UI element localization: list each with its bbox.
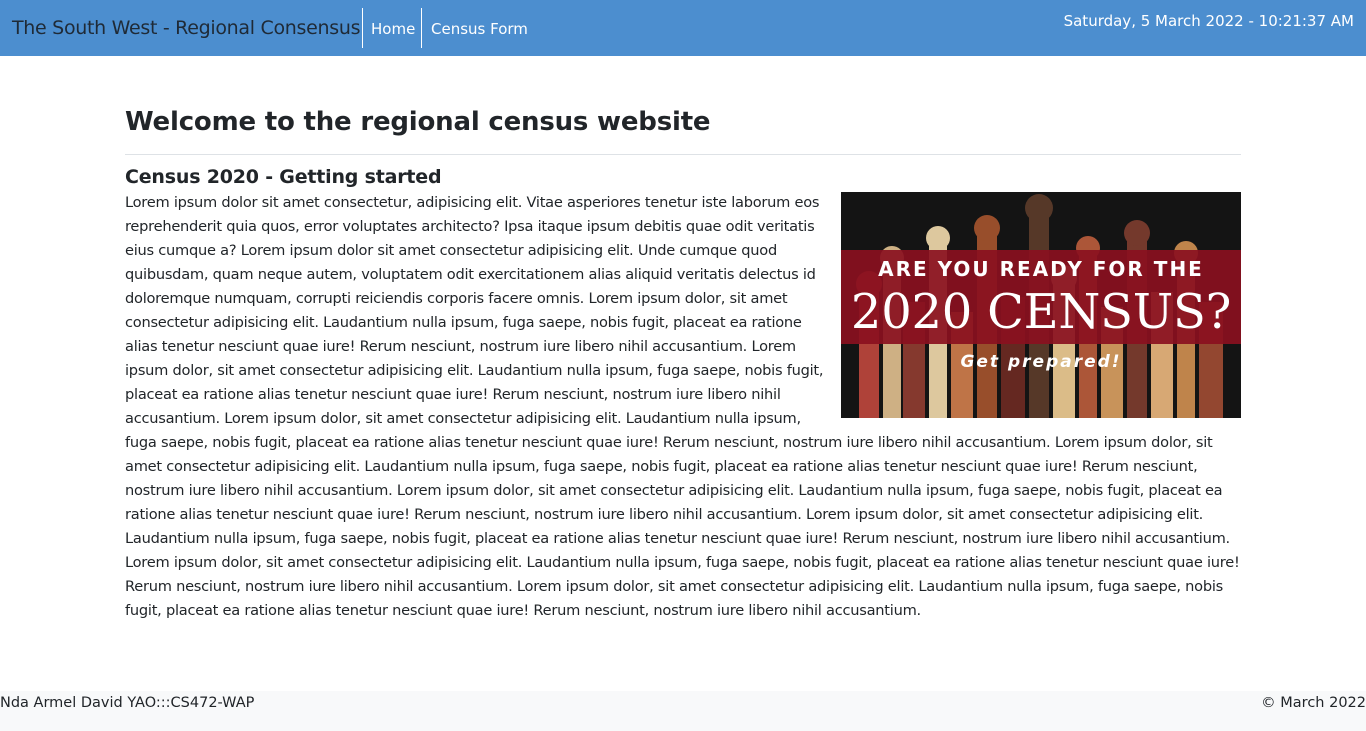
nav-divider (362, 8, 363, 48)
top-navbar: The South West - Regional Consensus Home… (0, 0, 1366, 56)
site-brand[interactable]: The South West - Regional Consensus (12, 17, 361, 39)
footer-copyright: © March 2022 (1261, 695, 1366, 711)
banner-line-1: ARE YOU READY FOR THE (878, 257, 1204, 281)
banner-graphic: ARE YOU READY FOR THE 2020 CENSUS? Get p… (841, 192, 1241, 418)
current-datetime: Saturday, 5 March 2022 - 10:21:37 AM (1063, 12, 1354, 30)
nav-divider (421, 8, 422, 48)
banner-line-3: Get prepared! (960, 352, 1121, 372)
page-footer: Nda Armel David YAO:::CS472-WAP © March … (0, 691, 1366, 731)
footer-author: Nda Armel David YAO:::CS472-WAP (0, 695, 255, 711)
section-heading: Census 2020 - Getting started (125, 166, 442, 188)
intro-paragraph: ARE YOU READY FOR THE 2020 CENSUS? Get p… (125, 191, 1241, 623)
main-content: Welcome to the regional census website C… (125, 104, 1241, 623)
nav-link-census-form[interactable]: Census Form (431, 20, 528, 38)
banner-line-2: 2020 CENSUS? (851, 284, 1231, 340)
page-title: Welcome to the regional census website (125, 107, 711, 137)
census-banner-image: ARE YOU READY FOR THE 2020 CENSUS? Get p… (841, 192, 1241, 418)
title-divider (125, 154, 1241, 155)
nav-link-home[interactable]: Home (371, 20, 415, 38)
